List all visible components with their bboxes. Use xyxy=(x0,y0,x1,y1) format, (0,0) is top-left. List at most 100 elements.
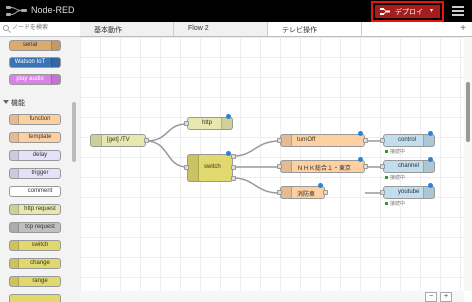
node-http-in[interactable]: [get] /TV xyxy=(90,134,146,147)
node-switch[interactable]: switch xyxy=(187,154,233,182)
input-port[interactable] xyxy=(277,138,282,143)
node-label: turnOff xyxy=(297,137,316,143)
output-port[interactable] xyxy=(144,138,149,143)
flow-tabs: 基本動作 Flow 2 テレビ操作 + xyxy=(80,22,472,37)
node-function-firetruck[interactable]: 消防車 xyxy=(280,186,325,199)
flow-workspace[interactable]: [get] /TV http switch turnOff ＮＨＫ総合１・東京 … xyxy=(80,37,464,291)
input-port[interactable] xyxy=(277,164,282,169)
node-function-turnoff[interactable]: turnOff xyxy=(280,134,365,147)
output-port[interactable] xyxy=(363,138,368,143)
workspace-horizontal-scrollbar[interactable]: − + xyxy=(80,291,464,302)
node-out-youtube[interactable]: youtube xyxy=(383,186,435,199)
palette-node-label: play audio xyxy=(16,76,44,82)
input-port[interactable] xyxy=(277,190,282,195)
palette-node-label: range xyxy=(32,278,48,284)
tab-label: テレビ操作 xyxy=(282,27,317,34)
palette-node-label: change xyxy=(30,260,50,266)
bridge-icon xyxy=(10,223,19,232)
deploy-dropdown-icon[interactable]: ▾ xyxy=(430,7,433,14)
palette-node-switch[interactable]: switch xyxy=(9,240,61,251)
function-icon xyxy=(281,187,292,198)
output-port[interactable] xyxy=(363,164,368,169)
wire xyxy=(145,140,188,168)
swap-icon xyxy=(10,259,19,268)
zoom-in-button[interactable]: + xyxy=(440,292,452,302)
tab-flow-2[interactable]: Flow 2 xyxy=(174,22,268,36)
workspace-vertical-scrollbar[interactable] xyxy=(464,37,472,291)
palette-node-serial[interactable]: serial xyxy=(9,40,61,51)
timer-icon xyxy=(10,151,19,160)
input-port[interactable] xyxy=(380,190,385,195)
palette-node-function[interactable]: function xyxy=(9,114,61,125)
category-label: 機能 xyxy=(11,100,25,107)
palette-node-comment[interactable]: comment xyxy=(9,186,61,197)
palette-node-change[interactable]: change xyxy=(9,258,61,269)
watson-icon xyxy=(423,135,434,146)
output-port[interactable] xyxy=(323,190,328,195)
changed-indicator xyxy=(318,183,323,188)
status-text: 接続中 xyxy=(390,175,406,181)
palette-node-range[interactable]: range xyxy=(9,276,61,287)
trigger-icon xyxy=(10,169,19,178)
palette-node-partial[interactable] xyxy=(9,294,61,302)
tab-tv-control[interactable]: テレビ操作 xyxy=(268,22,362,36)
palette-search xyxy=(0,22,80,37)
palette-node-watson-iot[interactable]: Watson IoT xyxy=(9,57,61,68)
output-port[interactable] xyxy=(231,165,236,170)
app-title: Node-RED xyxy=(31,5,75,15)
palette-node-label: trigger xyxy=(31,170,49,176)
node-out-control[interactable]: control xyxy=(383,134,435,147)
node-label: switch xyxy=(204,164,221,170)
hamburger-icon xyxy=(452,6,464,8)
palette-node-label: tcp request xyxy=(25,224,55,230)
globe-icon xyxy=(221,118,232,129)
changed-indicator xyxy=(428,131,433,136)
palette-node-trigger[interactable]: trigger xyxy=(9,168,61,179)
output-port[interactable] xyxy=(231,176,236,181)
function-icon xyxy=(281,161,292,172)
audio-icon xyxy=(51,75,60,84)
range-icon xyxy=(10,277,19,286)
switch-icon xyxy=(188,155,199,181)
node-out-channel[interactable]: channel xyxy=(383,160,435,173)
switch-icon xyxy=(10,241,19,250)
palette-node-http-request[interactable]: http request xyxy=(9,204,61,215)
palette-node-delay[interactable]: delay xyxy=(9,150,61,161)
changed-indicator xyxy=(226,151,231,156)
status-connected-icon xyxy=(385,150,388,154)
palette-search-input[interactable] xyxy=(12,23,72,33)
add-tab-button[interactable]: + xyxy=(456,23,470,35)
zoom-out-button[interactable]: − xyxy=(425,292,437,302)
input-port[interactable] xyxy=(184,121,189,126)
scrollbar-thumb[interactable] xyxy=(466,82,470,142)
palette-node-template[interactable]: template xyxy=(9,132,61,143)
changed-indicator xyxy=(428,157,433,162)
function-icon xyxy=(10,115,19,124)
palette-node-label: delay xyxy=(32,152,48,158)
output-port[interactable] xyxy=(231,154,236,159)
deploy-highlight-box: デプロイ ▾ xyxy=(371,1,444,22)
node-status: 接続中 xyxy=(385,200,405,207)
palette-node-label: serial xyxy=(22,42,38,48)
node-status: 接続中 xyxy=(385,148,405,155)
changed-indicator xyxy=(358,157,363,162)
input-port[interactable] xyxy=(380,138,385,143)
deploy-label: デプロイ xyxy=(395,9,423,16)
wire xyxy=(232,177,281,194)
palette-node-label: comment xyxy=(27,188,53,194)
globe-icon xyxy=(10,205,19,214)
main-menu-button[interactable] xyxy=(451,4,465,18)
template-icon xyxy=(10,133,19,142)
input-port[interactable] xyxy=(184,165,189,170)
status-connected-icon xyxy=(385,202,388,206)
deploy-button[interactable]: デプロイ ▾ xyxy=(375,5,440,18)
tab-basic[interactable]: 基本動作 xyxy=(80,22,174,36)
changed-indicator xyxy=(226,114,231,119)
palette-category-function[interactable]: 機能 xyxy=(0,96,70,108)
palette-scrollbar[interactable] xyxy=(72,102,76,162)
palette-node-tcp-request[interactable]: tcp request xyxy=(9,222,61,233)
node-http-response[interactable]: http xyxy=(187,117,233,130)
node-function-nhk[interactable]: ＮＨＫ総合１・東京 xyxy=(280,160,365,173)
input-port[interactable] xyxy=(380,164,385,169)
palette-node-play-audio[interactable]: play audio xyxy=(9,74,61,85)
